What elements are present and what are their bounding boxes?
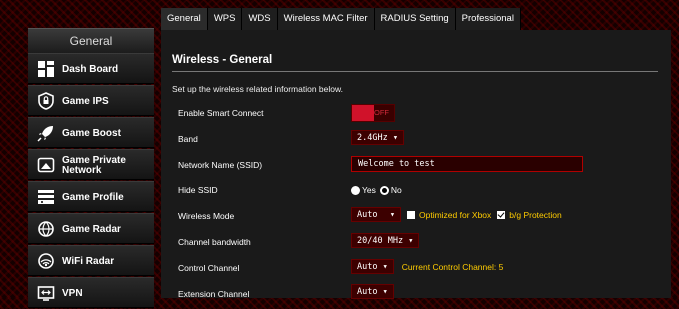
channel-bandwidth-select[interactable]: 20/40 MHz ▾ (351, 233, 420, 248)
toggle-knob (352, 105, 374, 121)
tab-wireless-mac-filter[interactable]: Wireless MAC Filter (277, 8, 375, 30)
smart-connect-label: Enable Smart Connect (178, 108, 264, 118)
chevron-down-icon: ▾ (389, 210, 395, 220)
sidebar-item-game-radar[interactable]: Game Radar (28, 213, 154, 244)
sidebar-item-dashboard[interactable]: Dash Board (28, 53, 154, 84)
vpn-icon (37, 284, 55, 302)
chevron-down-icon: ▾ (382, 287, 388, 297)
sidebar-item-wifi-radar[interactable]: WiFi Radar (28, 245, 154, 276)
wireless-mode-value: Auto (357, 210, 378, 220)
main-content: General WPS WDS Wireless MAC Filter RADI… (161, 0, 679, 299)
bg-protection-checkbox[interactable] (497, 210, 506, 219)
control-channel-select[interactable]: Auto ▾ (351, 259, 394, 274)
toggle-state: OFF (374, 108, 389, 117)
wireless-mode-label: Wireless Mode (178, 211, 235, 221)
rocket-icon (37, 124, 55, 142)
channel-bandwidth-label: Channel bandwidth (178, 237, 251, 247)
sidebar-item-game-private-network[interactable]: Game Private Network (28, 149, 154, 180)
wireless-mode-select[interactable]: Auto ▾ (351, 207, 401, 222)
gpn-icon (37, 156, 55, 174)
globe-radar-icon (37, 220, 55, 238)
wifi-radar-icon (37, 252, 55, 270)
tab-professional[interactable]: Professional (455, 8, 521, 30)
title-divider (172, 71, 658, 72)
channel-bandwidth-value: 20/40 MHz (357, 236, 404, 246)
sidebar-item-label: Dash Board (62, 63, 119, 75)
sidebar-item-label: Game IPS (62, 95, 109, 107)
optimized-xbox-checkbox[interactable] (407, 210, 415, 219)
game-profile-icon (37, 188, 55, 206)
control-channel-label: Control Channel (178, 263, 240, 273)
bg-protection-label: b/g Protection (509, 209, 562, 220)
band-value: 2.4GHz (357, 133, 388, 143)
tab-bar: General WPS WDS Wireless MAC Filter RADI… (161, 8, 521, 30)
optimized-xbox-label: Optimized for Xbox (419, 209, 492, 220)
extension-channel-select[interactable]: Auto ▾ (351, 284, 394, 299)
current-control-channel: Current Control Channel: 5 (401, 261, 504, 272)
sidebar-item-label: Game Profile (62, 191, 124, 203)
tab-wps[interactable]: WPS (207, 8, 243, 30)
smart-connect-toggle[interactable]: OFF (351, 104, 395, 122)
control-channel-value: Auto (357, 262, 378, 272)
hide-ssid-label: Hide SSID (178, 185, 218, 195)
chevron-down-icon: ▾ (408, 236, 414, 246)
sidebar-header: General (28, 28, 154, 54)
shield-lock-icon (37, 92, 55, 110)
dashboard-icon (37, 60, 55, 78)
sidebar-item-game-boost[interactable]: Game Boost (28, 117, 154, 148)
hide-ssid-yes-radio[interactable] (351, 185, 360, 195)
sidebar: General Dash Board Game IPS Game Boost G… (28, 0, 154, 308)
sidebar-item-label: Game Radar (62, 223, 121, 235)
band-label: Band (178, 134, 198, 144)
ssid-input[interactable]: Welcome to test (351, 156, 583, 172)
tab-general[interactable]: General (161, 8, 208, 30)
chevron-down-icon: ▾ (392, 133, 398, 143)
ssid-label: Network Name (SSID) (178, 160, 263, 170)
page-title: Wireless - General (172, 54, 273, 66)
hide-ssid-no-label: No (390, 185, 402, 195)
band-select[interactable]: 2.4GHz ▾ (351, 130, 404, 145)
sidebar-item-game-profile[interactable]: Game Profile (28, 181, 154, 212)
sidebar-item-label: VPN (62, 287, 83, 299)
hide-ssid-yes-label: Yes (362, 185, 376, 195)
sidebar-item-label: Game Boost (62, 127, 121, 139)
sidebar-item-label: Game Private Network (62, 154, 126, 176)
chevron-down-icon: ▾ (382, 262, 388, 272)
hide-ssid-no-radio[interactable] (379, 185, 389, 195)
page-description: Set up the wireless related information … (172, 84, 344, 94)
sidebar-item-label: WiFi Radar (62, 255, 115, 267)
sidebar-item-vpn[interactable]: VPN (28, 277, 154, 308)
tab-wds[interactable]: WDS (242, 8, 278, 30)
tab-radius-setting[interactable]: RADIUS Setting (374, 8, 456, 30)
sidebar-item-game-ips[interactable]: Game IPS (28, 85, 154, 116)
extension-channel-value: Auto (357, 287, 378, 297)
